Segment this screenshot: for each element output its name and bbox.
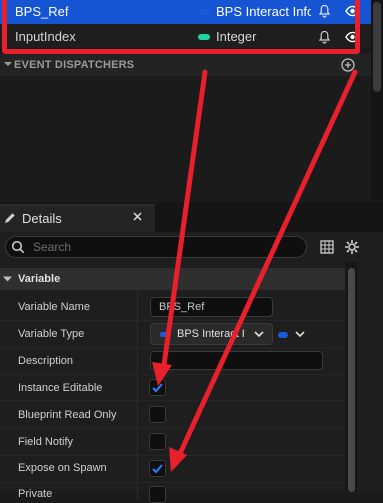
field-notify-checkbox[interactable] xyxy=(149,433,166,450)
annotation-highlight-box xyxy=(2,0,360,54)
row-divider xyxy=(0,320,345,321)
expose-on-spawn-checkbox[interactable] xyxy=(149,460,166,477)
variable-name-field[interactable]: BPS_Ref xyxy=(150,297,273,317)
details-body: Search Variable Variable Name BPS_Ref Va… xyxy=(0,232,383,503)
prop-label-variable-name: Variable Name xyxy=(18,301,90,313)
instance-editable-checkbox[interactable] xyxy=(149,379,166,396)
add-event-dispatcher-icon[interactable] xyxy=(341,58,355,72)
row-divider xyxy=(0,455,345,456)
details-tab-label: Details xyxy=(22,211,62,226)
row-divider xyxy=(0,374,345,375)
details-scrollbar-thumb[interactable] xyxy=(348,268,355,492)
single-container-icon xyxy=(278,332,288,338)
variables-scrollbar-thumb[interactable] xyxy=(373,2,381,92)
gear-icon[interactable] xyxy=(344,239,360,255)
chevron-down-icon xyxy=(295,330,305,338)
variable-type-value: BPS Interact I xyxy=(177,328,245,340)
type-pin-icon xyxy=(160,332,167,337)
prop-label-blueprint-read-only: Blueprint Read Only xyxy=(18,409,117,421)
chevron-down-icon xyxy=(4,60,12,68)
row-divider xyxy=(0,428,345,429)
prop-label-instance-editable: Instance Editable xyxy=(18,382,103,394)
property-matrix-icon[interactable] xyxy=(320,240,334,254)
variable-type-dropdown[interactable]: BPS Interact I xyxy=(150,323,273,345)
row-divider xyxy=(0,482,345,483)
check-icon xyxy=(152,464,163,474)
prop-label-field-notify: Field Notify xyxy=(18,436,74,448)
category-label: Variable xyxy=(18,273,61,285)
prop-label-description: Description xyxy=(18,355,74,367)
search-input[interactable]: Search xyxy=(5,236,307,258)
description-field[interactable] xyxy=(150,351,323,370)
event-dispatchers-header[interactable]: EVENT DISPATCHERS xyxy=(0,54,371,76)
container-type-dropdown[interactable] xyxy=(278,326,308,344)
tab-details[interactable]: Details xyxy=(0,204,155,232)
column-divider[interactable] xyxy=(137,290,138,500)
pencil-icon xyxy=(3,211,17,225)
chevron-down-icon xyxy=(3,275,12,283)
event-dispatchers-label: EVENT DISPATCHERS xyxy=(14,59,135,71)
category-header-variable[interactable]: Variable xyxy=(0,268,345,290)
chevron-down-icon xyxy=(254,330,264,338)
blueprint-read-only-checkbox[interactable] xyxy=(149,406,166,423)
check-icon xyxy=(152,383,163,393)
search-placeholder: Search xyxy=(33,240,72,254)
variable-name-value: BPS_Ref xyxy=(159,301,205,313)
prop-label-private: Private xyxy=(18,488,53,500)
prop-label-variable-type: Variable Type xyxy=(18,328,85,340)
search-icon xyxy=(11,240,25,254)
row-divider xyxy=(0,348,345,349)
private-checkbox[interactable] xyxy=(149,486,166,503)
row-divider xyxy=(0,400,345,401)
prop-label-expose-on-spawn: Expose on Spawn xyxy=(18,462,107,474)
close-icon[interactable] xyxy=(133,212,142,221)
